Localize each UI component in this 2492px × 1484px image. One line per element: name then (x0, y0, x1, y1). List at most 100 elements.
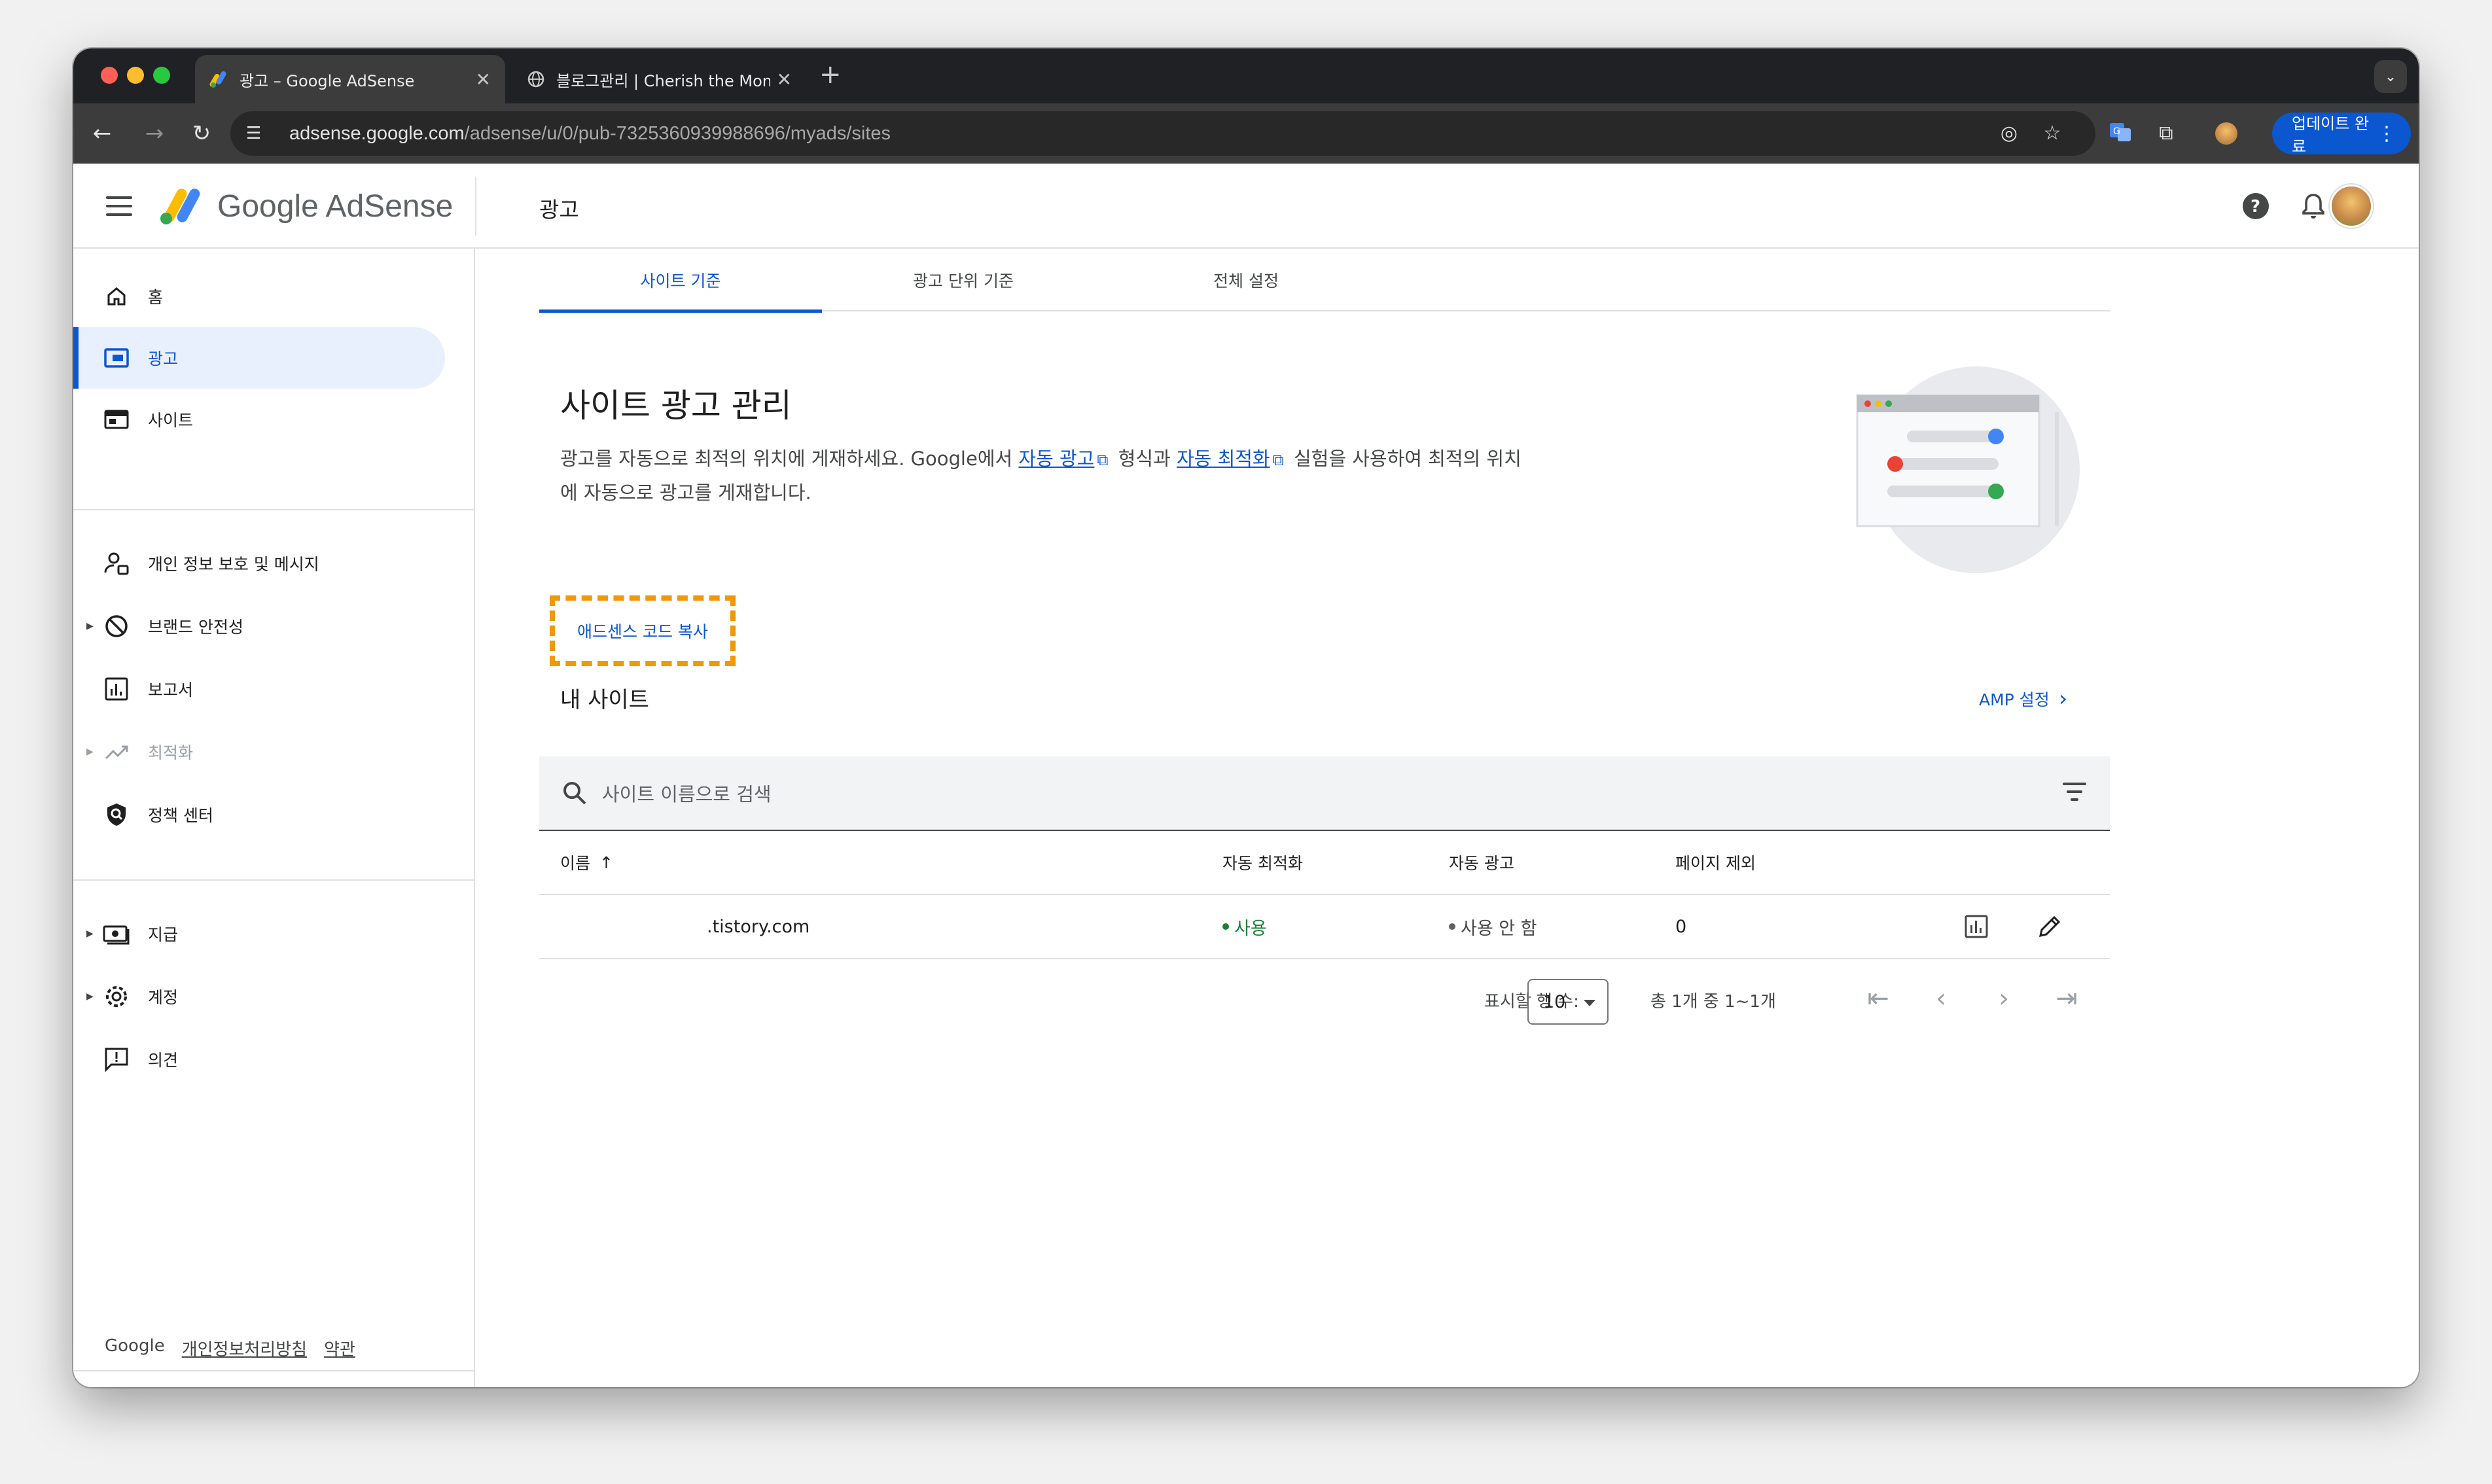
payments-icon (102, 919, 131, 948)
column-label: 이름 (560, 854, 591, 873)
report-chart-icon[interactable] (1963, 913, 1989, 940)
desc-text: 광고를 자동으로 최적의 위치에 게재하세요. Google에서 (560, 448, 1019, 470)
tab-blog[interactable]: 블로그관리 | Cherish the Mome ✕ (512, 55, 806, 103)
sidebar-item-label: 계정 (148, 988, 179, 1007)
close-window-button[interactable] (101, 67, 118, 84)
sidebar-item-account[interactable]: ▶ 계정 (73, 966, 445, 1027)
column-excluded-pages: 페이지 제외 (1675, 854, 1756, 873)
sidebar-item-label: 보고서 (148, 680, 194, 699)
sidebar-item-payments[interactable]: ▶ 지급 (73, 903, 445, 964)
first-page-icon[interactable]: ⇤ (1864, 984, 1893, 1013)
sidebar-item-sites[interactable]: 사이트 (73, 389, 445, 450)
filter-list-icon[interactable] (2061, 783, 2088, 804)
edit-pencil-icon[interactable] (2037, 913, 2063, 940)
url-path: /adsense/u/0/pub-7325360939988696/myads/… (464, 122, 891, 144)
amp-settings-link[interactable]: AMP 설정 › (1979, 686, 2067, 712)
tab-global-settings[interactable]: 전체 설정 (1105, 249, 1387, 311)
extensions-puzzle-icon[interactable]: ⧉ (2153, 120, 2179, 147)
account-avatar[interactable] (2330, 185, 2373, 228)
sidebar-item-reports[interactable]: 보고서 (73, 658, 445, 720)
more-vert-icon: ⋮ (2377, 122, 2396, 145)
reports-icon (102, 675, 131, 703)
site-settings-icon[interactable]: ☰ (246, 124, 270, 143)
column-name[interactable]: 이름 ↑ (560, 831, 613, 894)
profile-avatar-icon[interactable] (2213, 120, 2239, 147)
menu-icon[interactable] (106, 196, 132, 216)
sidebar-item-label: 사이트 (148, 411, 194, 430)
tab-close-icon[interactable]: ✕ (777, 69, 792, 90)
reload-icon[interactable]: ↻ (187, 119, 216, 148)
notifications-bell-icon[interactable] (2298, 191, 2328, 221)
bookmark-star-icon[interactable]: ☆ (2040, 122, 2064, 145)
sidebar: 홈 광고 사이트 개인 정보 보호 및 메시지 ▶ 브랜드 안전성 보고서 ▶ (73, 249, 475, 1387)
sidebar-item-brand-safety[interactable]: ▶ 브랜드 안전성 (73, 595, 445, 657)
tab-close-icon[interactable]: ✕ (476, 69, 491, 90)
table-row[interactable]: .tistory.com 사용 사용 안 함 0 (539, 895, 2110, 959)
site-search-bar[interactable]: 사이트 이름으로 검색 (539, 756, 2110, 831)
next-page-icon[interactable]: › (1989, 984, 2018, 1013)
back-arrow-icon[interactable]: ← (88, 119, 116, 148)
forward-arrow-icon[interactable]: → (140, 119, 169, 148)
eye-slash-icon[interactable]: ◎ (1997, 122, 2021, 145)
terms-link[interactable]: 약관 (324, 1336, 355, 1360)
sidebar-divider (73, 509, 474, 510)
sidebar-item-optimization[interactable]: ▶ 최적화 (73, 721, 445, 783)
page-tabs: 사이트 기준 광고 단위 기준 전체 설정 (539, 249, 2110, 313)
table-header: 이름 ↑ 자동 최적화 자동 광고 페이지 제외 (539, 831, 2110, 895)
sidebar-item-privacy[interactable]: 개인 정보 보호 및 메시지 (73, 533, 445, 594)
adsense-logo-icon (160, 188, 200, 224)
sidebar-item-policy-center[interactable]: 정책 센터 (73, 784, 445, 845)
help-icon[interactable]: ? (2241, 191, 2271, 221)
rows-per-page-select[interactable]: 10 (1527, 979, 1609, 1025)
address-bar[interactable]: ☰ adsense.google.com/adsense/u/0/pub-732… (230, 111, 2095, 156)
sidebar-item-home[interactable]: 홈 (73, 266, 445, 327)
sidebar-item-label: 개인 정보 보호 및 메시지 (148, 555, 319, 574)
feedback-icon (102, 1045, 131, 1074)
zoom-window-button[interactable] (153, 67, 170, 84)
auto-ads-link[interactable]: 자동 광고 (1018, 448, 1094, 470)
privacy-policy-link[interactable]: 개인정보처리방침 (182, 1336, 307, 1360)
translate-icon[interactable]: G (2107, 120, 2133, 147)
tab-label: 광고 – Google AdSense (240, 71, 415, 90)
section-heading: 사이트 광고 관리 (560, 387, 792, 425)
update-complete-button[interactable]: 업데이트 완료 ⋮ (2272, 113, 2411, 156)
tab-by-site[interactable]: 사이트 기준 (539, 249, 822, 313)
search-input[interactable]: 사이트 이름으로 검색 (602, 779, 772, 807)
svg-text:G: G (2113, 126, 2120, 137)
sidebar-item-feedback[interactable]: 의견 (73, 1029, 445, 1090)
copy-adsense-code-button[interactable]: 애드센스 코드 복사 (550, 595, 736, 666)
sidebar-item-label: 브랜드 안전성 (148, 618, 243, 637)
expand-caret-icon: ▶ (86, 621, 94, 631)
tab-by-ad-unit[interactable]: 광고 단위 기준 (822, 249, 1105, 311)
new-tab-button[interactable]: + (819, 62, 842, 88)
sidebar-footer: Google 개인정보처리방침 약관 (105, 1336, 355, 1360)
amp-settings-label: AMP 설정 (1979, 690, 2050, 709)
tab-search-chevron-icon[interactable]: ⌄ (2374, 60, 2407, 93)
auto-optimization-link[interactable]: 자동 최적화 (1177, 448, 1270, 470)
url-domain: adsense.google.com (289, 122, 465, 144)
sites-icon (102, 405, 131, 434)
section-description: 광고를 자동으로 최적의 위치에 게재하세요. Google에서 자동 광고 ⧉ … (560, 442, 1535, 509)
status-badge: 사용 안 함 (1449, 895, 1537, 958)
ads-icon (102, 344, 131, 372)
my-sites-heading: 내 사이트 (560, 687, 649, 713)
adsense-favicon-icon (209, 71, 226, 88)
minimize-window-button[interactable] (127, 67, 144, 84)
footer-brand: Google (105, 1336, 165, 1356)
sidebar-item-ads[interactable]: 광고 (73, 327, 445, 389)
last-page-icon[interactable]: ⇥ (2052, 984, 2081, 1013)
home-icon (102, 282, 131, 311)
previous-page-icon[interactable]: ‹ (1927, 984, 1955, 1013)
rows-per-page-value: 10 (1543, 991, 1566, 1012)
sort-arrow-icon: ↑ (599, 853, 613, 872)
auto-ads-value: 사용 안 함 (1461, 918, 1537, 939)
desc-text: 형식과 (1112, 448, 1177, 470)
expand-caret-icon: ▶ (86, 991, 94, 1002)
sidebar-divider (73, 879, 474, 881)
tab-bar: 광고 – Google AdSense ✕ 블로그관리 | Cherish th… (73, 48, 2419, 103)
browser-window: 광고 – Google AdSense ✕ 블로그관리 | Cherish th… (73, 48, 2419, 1387)
tab-adsense[interactable]: 광고 – Google AdSense ✕ (195, 55, 505, 103)
search-icon (563, 782, 586, 805)
status-dot-icon (1222, 923, 1229, 930)
table-pagination: 표시할 행 수: 10 총 1개 중 1~1개 ⇤ ‹ › ⇥ (539, 966, 2110, 1031)
